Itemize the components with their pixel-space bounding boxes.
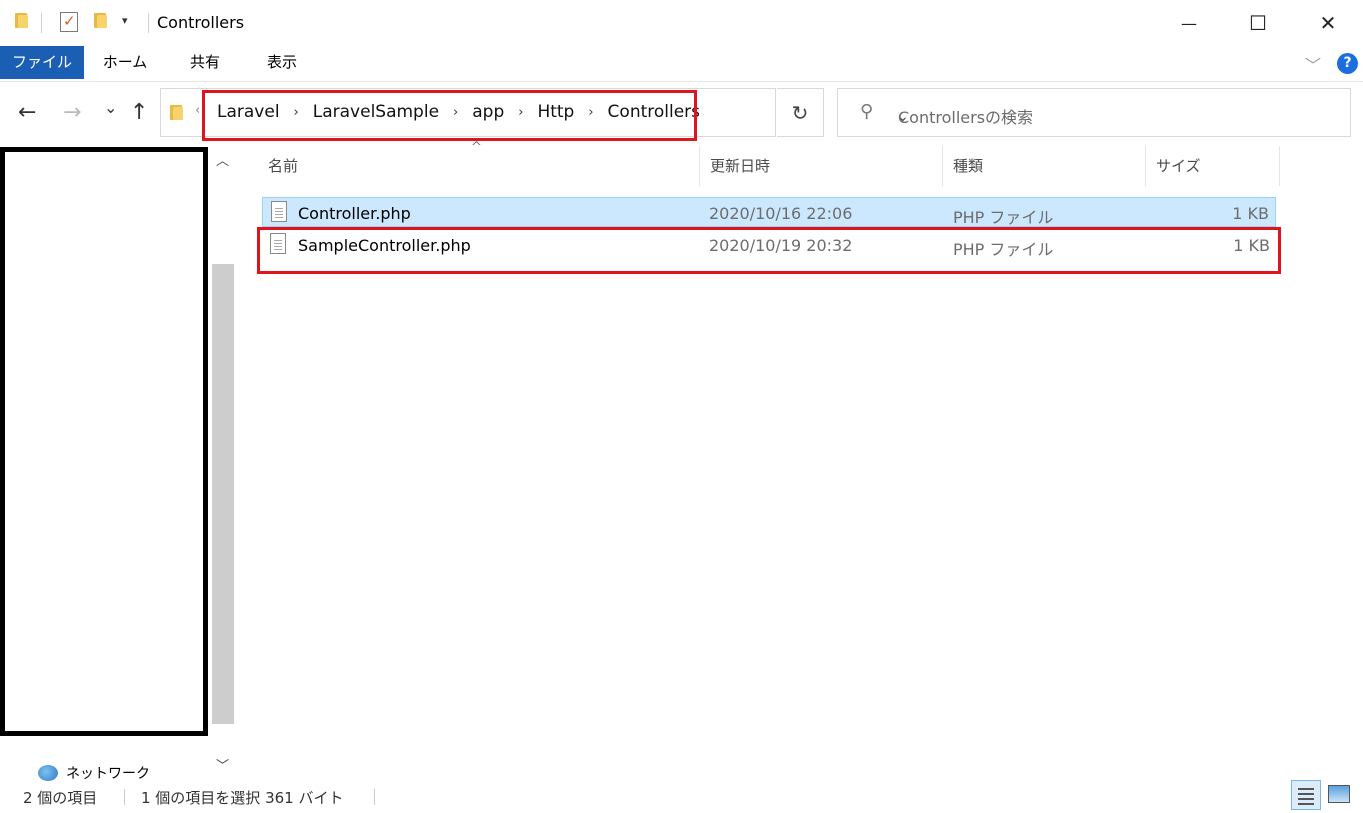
address-highlight-box [202, 90, 697, 141]
file-name: Controller.php [298, 204, 411, 223]
file-highlight-box [257, 227, 1281, 274]
refresh-button[interactable]: ↻ [777, 88, 824, 137]
chevron-left-icon: ‹ [195, 103, 201, 118]
php-file-icon [271, 201, 287, 222]
column-divider[interactable] [699, 146, 700, 186]
tab-view[interactable]: 表示 [252, 46, 312, 79]
search-placeholder: Controllersの検索 [898, 108, 1034, 127]
status-bar: 2 個の項目 1 個の項目を選択 361 バイト [0, 780, 1363, 813]
column-divider[interactable] [942, 146, 943, 186]
divider [41, 13, 42, 33]
column-divider[interactable] [1279, 146, 1280, 186]
tab-home[interactable]: ホーム [92, 46, 158, 79]
scroll-down-icon[interactable]: ﹀ [216, 755, 229, 774]
new-folder-icon[interactable] [93, 11, 109, 29]
back-button[interactable]: ← [18, 100, 36, 125]
column-header-name[interactable]: 名前 [268, 146, 298, 186]
customize-toolbar-dropdown-icon[interactable]: ▾ [122, 14, 128, 27]
search-box[interactable]: ⚲ Controllersの検索 [837, 88, 1351, 137]
window-title: Controllers [157, 13, 245, 32]
divider [148, 13, 149, 33]
minimize-button[interactable]: — [1154, 0, 1224, 46]
divider [374, 789, 375, 805]
up-button[interactable]: ↑ [130, 100, 148, 125]
redacted-area [0, 147, 208, 736]
file-date: 2020/10/16 22:06 [709, 204, 853, 223]
scroll-up-icon[interactable]: ︿ [216, 150, 229, 169]
maximize-button[interactable]: ☐ [1223, 0, 1293, 46]
network-icon [38, 765, 58, 781]
column-header-type[interactable]: 種類 [953, 146, 983, 186]
scrollbar-thumb[interactable] [212, 264, 234, 724]
tab-file[interactable]: ファイル [0, 46, 84, 79]
file-row[interactable]: Controller.php 2020/10/16 22:06 PHP ファイル… [262, 197, 1276, 227]
tab-share[interactable]: 共有 [175, 46, 235, 79]
recent-locations-button[interactable]: ⌄ [104, 98, 117, 117]
forward-button[interactable]: → [63, 100, 81, 125]
title-bar: ▾ Controllers — ☐ ✕ [0, 0, 1363, 46]
details-view-button[interactable] [1291, 780, 1321, 810]
divider [124, 789, 125, 805]
sort-ascending-icon: ^ [471, 140, 482, 155]
file-type: PHP ファイル [953, 208, 1054, 227]
column-divider[interactable] [1145, 146, 1146, 186]
ribbon-tabs: ファイル ホーム 共有 表示 ﹀ ? [0, 46, 1363, 82]
expand-ribbon-icon[interactable]: ﹀ [1305, 52, 1321, 76]
help-icon[interactable]: ? [1337, 53, 1358, 74]
folder-icon [169, 103, 185, 121]
file-size: 1 KB [1232, 204, 1269, 223]
search-icon: ⚲ [860, 101, 874, 122]
selection-info: 1 個の項目を選択 361 バイト [141, 789, 344, 807]
close-button[interactable]: ✕ [1293, 0, 1363, 46]
properties-icon[interactable] [60, 12, 78, 32]
folder-icon [14, 11, 30, 29]
column-header-size[interactable]: サイズ [1156, 146, 1201, 186]
large-icons-view-button[interactable] [1328, 785, 1350, 803]
item-count: 2 個の項目 [23, 789, 98, 807]
column-header-date[interactable]: 更新日時 [710, 146, 770, 186]
